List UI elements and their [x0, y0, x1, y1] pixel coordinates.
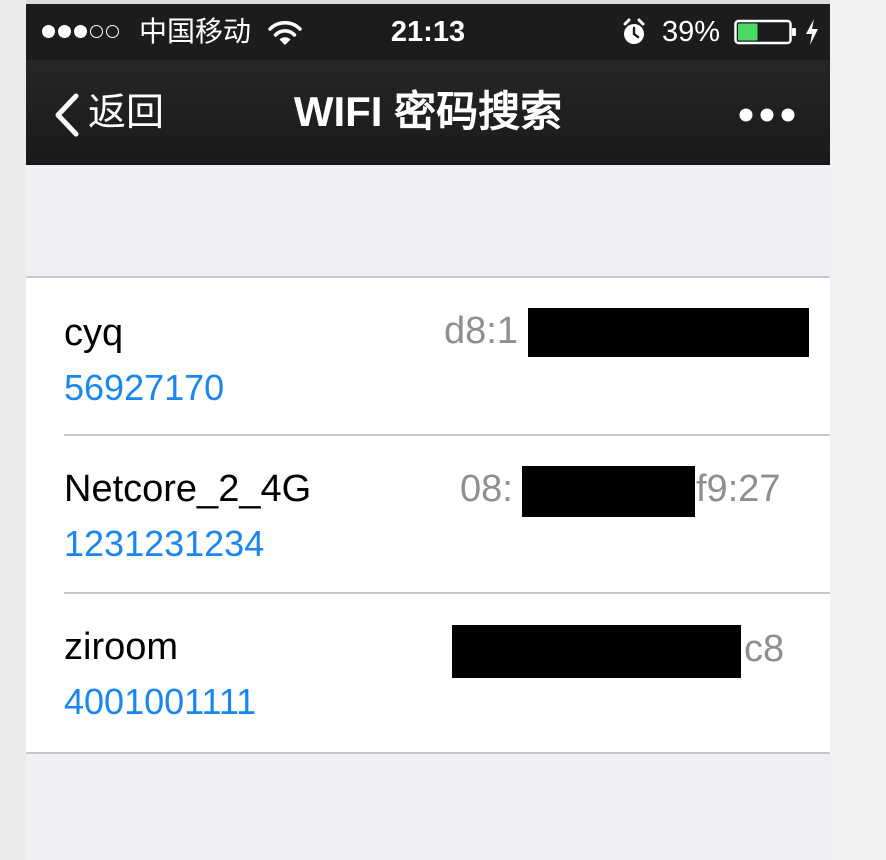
wifi-network-list: cyq 56927170 d8:1 Netcore_2_4G 123123123…: [26, 276, 830, 754]
redaction-box: [528, 308, 809, 357]
status-bar: 中国移动 21:13 39%: [26, 4, 830, 60]
battery-fill: [738, 23, 758, 41]
charging-bolt-icon: [806, 19, 818, 45]
alarm-icon: [623, 18, 645, 44]
right-margin: [830, 0, 886, 860]
network-password: 56927170: [64, 367, 225, 408]
phone-screen: 中国移动 21:13 39% 返回 WIFI 密码搜索 cyq 56927170…: [26, 4, 830, 860]
mac-address-prefix: d8:1: [444, 310, 518, 352]
battery-icon: [734, 19, 796, 45]
navigation-bar: 返回 WIFI 密码搜索: [26, 60, 830, 165]
redaction-box: [452, 625, 741, 678]
network-password: 1231231234: [64, 523, 265, 564]
network-ssid: ziroom: [64, 626, 179, 668]
more-dots-icon[interactable]: [738, 104, 796, 126]
list-item[interactable]: ziroom 4001001111 c8: [26, 592, 830, 750]
list-item[interactable]: Netcore_2_4G 1231231234 08: f9:27: [26, 434, 830, 592]
battery-percent: 39%: [662, 16, 721, 48]
page-title: WIFI 密码搜索: [293, 88, 563, 135]
network-ssid: Netcore_2_4G: [64, 468, 312, 510]
network-ssid: cyq: [64, 312, 124, 354]
redaction-box: [522, 466, 695, 517]
mac-address-prefix: 08:: [460, 468, 513, 510]
mac-address-suffix: f9:27: [696, 468, 781, 510]
list-item[interactable]: cyq 56927170 d8:1: [26, 278, 830, 434]
network-password: 4001001111: [64, 681, 257, 722]
left-margin: [0, 0, 26, 860]
mac-address-suffix: c8: [744, 628, 785, 670]
